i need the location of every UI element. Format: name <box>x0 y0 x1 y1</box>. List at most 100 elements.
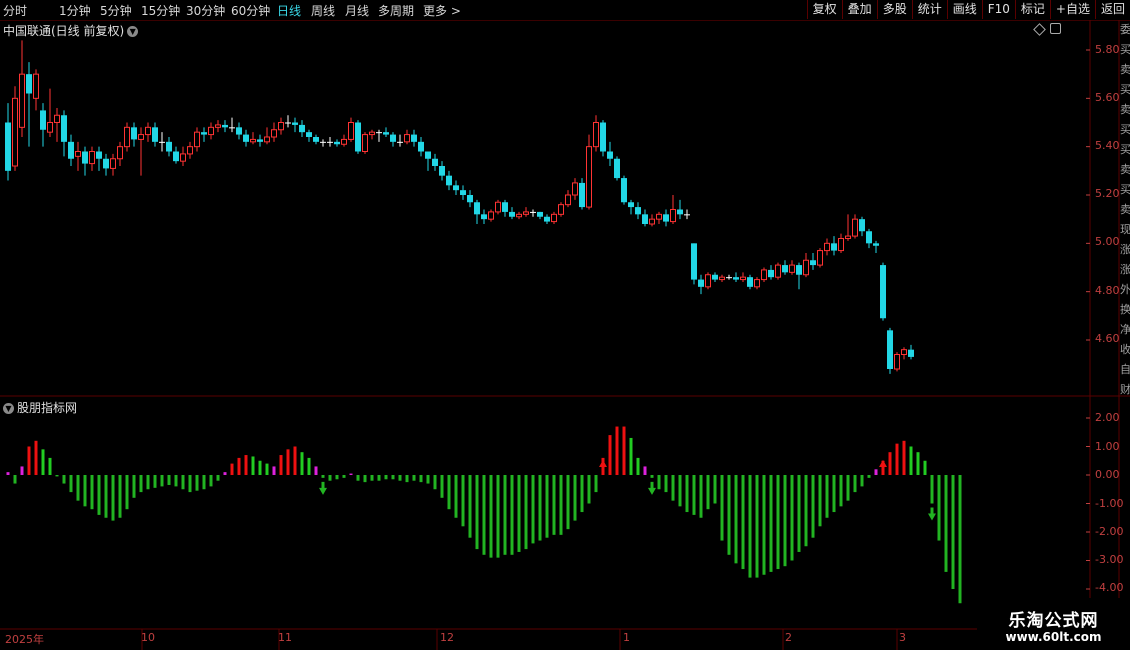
candle <box>796 262 802 290</box>
candle <box>299 120 305 137</box>
candle <box>803 253 809 278</box>
candle <box>40 103 46 147</box>
candle <box>488 209 494 222</box>
candle-body <box>474 202 480 215</box>
candle <box>607 141 613 166</box>
quote-strip-char: 自 <box>1120 363 1130 376</box>
indicator-bar <box>335 475 339 480</box>
chevron-down-icon[interactable]: ▼ <box>3 403 14 414</box>
candle <box>474 199 480 224</box>
chevron-down-icon[interactable]: ▼ <box>127 26 139 37</box>
indicator-bar <box>349 473 353 475</box>
candle-body <box>173 151 179 162</box>
indicator-bar <box>356 475 360 481</box>
main-panel-icons <box>1033 22 1061 36</box>
candle <box>236 122 242 140</box>
indicator-bar <box>839 475 843 507</box>
candle <box>866 228 872 249</box>
candle <box>439 161 445 181</box>
candle <box>705 272 711 290</box>
price-axis-label: 5.60 <box>1095 91 1120 104</box>
candle-body <box>19 73 25 128</box>
candle-body <box>565 194 571 206</box>
candle <box>824 238 830 256</box>
candle-body <box>803 259 809 276</box>
candle <box>908 344 914 360</box>
indicator-bar <box>237 457 241 475</box>
candle <box>600 120 606 157</box>
indicator-title[interactable]: ▼ 股朋指标网 <box>3 399 77 416</box>
indicator-bar <box>531 475 535 544</box>
quote-strip-char: 买 <box>1120 43 1130 56</box>
indicator-bar <box>461 475 465 527</box>
indicator-bar <box>951 475 955 589</box>
candle-body <box>243 134 249 142</box>
indicator-bar <box>482 475 486 555</box>
candle-body <box>201 132 207 135</box>
indicator-bar <box>27 446 31 475</box>
indicator-bar <box>475 475 479 550</box>
candle-body <box>355 122 361 152</box>
window-icon[interactable] <box>1050 23 1061 34</box>
indicator-bar <box>62 475 66 484</box>
price-axis-label: 5.20 <box>1095 187 1120 200</box>
candle-body <box>145 126 151 136</box>
time-axis-label: 11 <box>278 631 292 644</box>
candle-body <box>537 211 543 217</box>
candle-body <box>810 260 816 266</box>
chart-canvas[interactable] <box>0 0 1130 650</box>
indicator-bar <box>636 457 640 475</box>
candle-body <box>789 264 795 273</box>
candle-body <box>96 151 102 159</box>
indicator-bar <box>83 475 87 507</box>
candle <box>782 260 788 275</box>
candle <box>712 272 718 282</box>
candle <box>54 108 60 142</box>
buy-arrow-icon <box>599 460 607 473</box>
price-axis-label: 5.00 <box>1095 235 1120 248</box>
candle-body <box>75 151 81 157</box>
price-axis-label: 5.80 <box>1095 43 1120 56</box>
candle-body <box>509 211 515 217</box>
candle <box>208 122 214 140</box>
candle <box>404 129 410 145</box>
candlestick-series <box>5 40 914 374</box>
candle <box>159 132 165 152</box>
candle-body <box>831 243 837 251</box>
candle <box>131 122 137 147</box>
candle-body <box>47 122 53 133</box>
candle-body <box>285 122 291 124</box>
candle <box>719 274 725 282</box>
candle-body <box>418 141 424 152</box>
indicator-bar <box>391 475 395 480</box>
indicator-bar <box>643 466 647 475</box>
indicator-bar <box>867 475 871 478</box>
quote-strip-char: 涨 <box>1120 263 1130 276</box>
diamond-icon[interactable] <box>1033 23 1046 36</box>
candle <box>523 207 529 217</box>
indicator-bar <box>300 452 304 475</box>
indicator-axis-label: 1.00 <box>1095 440 1120 453</box>
candle-body <box>446 175 452 186</box>
candle-body <box>719 276 725 281</box>
indicator-bar <box>748 475 752 578</box>
candle <box>558 202 564 217</box>
price-axis-label: 4.80 <box>1095 284 1120 297</box>
candle-body <box>579 182 585 208</box>
candle <box>670 195 676 224</box>
indicator-bar <box>433 475 437 490</box>
indicator-bar <box>398 475 402 481</box>
signal-arrows <box>319 460 936 521</box>
indicator-bar <box>202 475 206 490</box>
candle <box>894 352 900 372</box>
candle-body <box>607 151 613 159</box>
main-chart-title[interactable]: 中国联通(日线 前复权) ▼ <box>3 22 139 39</box>
candle <box>26 62 32 147</box>
quote-strip-char: 卖 <box>1120 203 1130 216</box>
indicator-bar <box>384 475 388 480</box>
candle-body <box>453 185 459 191</box>
price-axis-label: 4.60 <box>1095 332 1120 345</box>
candle <box>635 202 641 220</box>
candle <box>873 240 879 253</box>
watermark-title: 乐淘公式网 <box>1008 611 1099 631</box>
